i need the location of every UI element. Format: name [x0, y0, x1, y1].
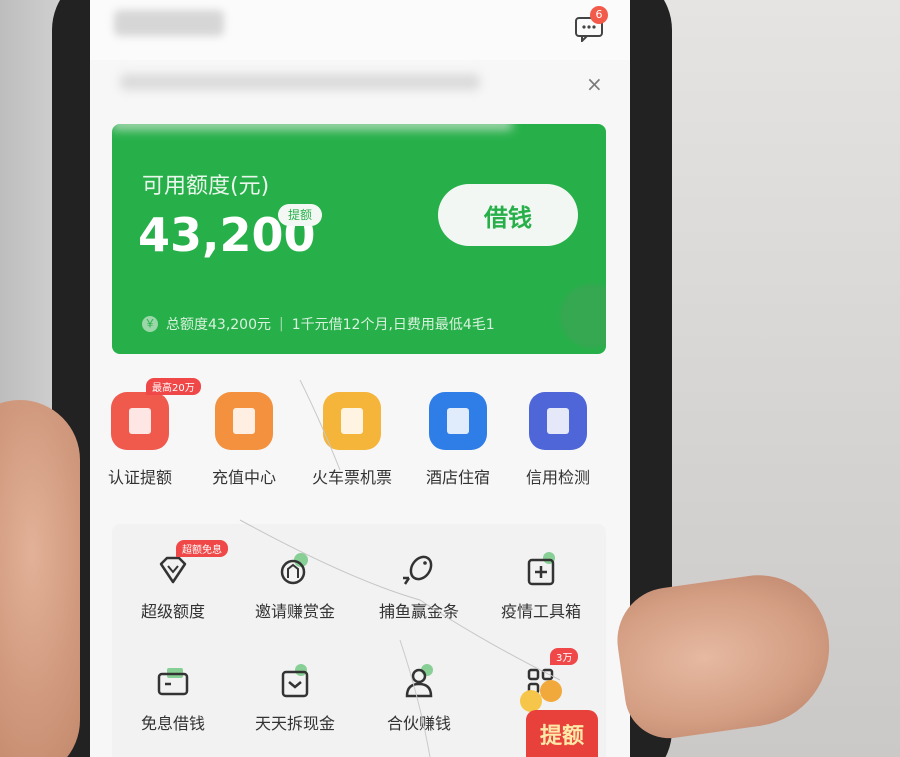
- tool-label: 邀请赚赏金: [254, 602, 335, 621]
- fish-icon: [399, 550, 439, 590]
- message-count-badge: 6: [590, 6, 608, 24]
- promo-rate-text: 1千元借12个月,日费用最低4毛1: [291, 317, 495, 333]
- floating-assist-ball[interactable]: [560, 284, 606, 348]
- coin-icon: [540, 680, 562, 702]
- tool-label: 免息借钱: [140, 714, 205, 733]
- recharge-icon: [215, 392, 273, 450]
- promo-label: 提额: [539, 724, 584, 749]
- invite-icon: [275, 550, 315, 590]
- service-item-tickets[interactable]: 火车票机票: [302, 380, 402, 488]
- hand-finger: [0, 400, 80, 757]
- blurred-notice-text: [120, 74, 480, 90]
- credit-check-icon: [529, 392, 587, 450]
- tool-item-interest-free[interactable]: 免息借钱: [112, 662, 234, 734]
- tool-tag: 超额免息: [176, 540, 228, 557]
- blurred-strip: [112, 124, 512, 130]
- card-icon: [153, 662, 193, 702]
- raise-limit-promo[interactable]: 提额: [520, 670, 602, 757]
- service-item-credit-check[interactable]: 信用检测: [508, 380, 608, 488]
- tool-label: 超级额度: [140, 602, 205, 621]
- tool-item-super-limit[interactable]: 超额免息 超级额度: [112, 540, 234, 622]
- service-label: 认证提额: [107, 468, 172, 487]
- coin-icon: [520, 690, 542, 712]
- tool-label: 捕鱼赢金条: [378, 602, 459, 621]
- partner-icon: [399, 662, 439, 702]
- phone-screen: 6 × 可用额度(元) 43,200 提额 借钱 ￥ 总额度43,200元 | …: [90, 0, 630, 757]
- raise-limit-tag[interactable]: 提额: [278, 204, 323, 226]
- coin-icon: ￥: [142, 316, 158, 332]
- top-bar: 6: [90, 0, 630, 60]
- service-label: 充值中心: [211, 468, 276, 487]
- service-grid: 最高20万 认证提额 充值中心 火车票机票 酒店住宿 信用检测: [90, 378, 630, 500]
- red-envelope-icon: 提额: [526, 710, 598, 757]
- tool-label: 疫情工具箱: [500, 602, 581, 621]
- close-icon[interactable]: ×: [586, 72, 603, 96]
- hotel-icon: [429, 392, 487, 450]
- service-label: 酒店住宿: [425, 468, 490, 487]
- separator: |: [279, 316, 284, 332]
- medkit-icon: [521, 550, 561, 590]
- tool-item-invite[interactable]: 邀请赚赏金: [234, 550, 356, 622]
- tool-item-epidemic-kit[interactable]: 疫情工具箱: [480, 550, 602, 622]
- tool-tag: 3万: [550, 648, 579, 665]
- borrow-button[interactable]: 借钱: [438, 184, 578, 246]
- tool-item-daily-cash[interactable]: 天天拆现金: [234, 662, 356, 734]
- certify-icon: [111, 392, 169, 450]
- tool-label: 天天拆现金: [254, 714, 335, 733]
- service-tag: 最高20万: [146, 378, 201, 395]
- ticket-icon: [323, 392, 381, 450]
- total-limit-text: 总额度43,200元: [166, 317, 271, 333]
- service-label: 火车票机票: [311, 468, 392, 487]
- service-item-hotel[interactable]: 酒店住宿: [408, 380, 508, 488]
- cash-box-icon: [275, 662, 315, 702]
- tool-item-partner[interactable]: 合伙赚钱: [358, 662, 480, 734]
- available-credit-label: 可用额度(元): [142, 174, 270, 199]
- tool-item-fishing[interactable]: 捕鱼赢金条: [358, 550, 480, 622]
- tool-label: 合伙赚钱: [386, 714, 451, 733]
- service-item-recharge[interactable]: 充值中心: [194, 380, 294, 488]
- notice-bar[interactable]: ×: [90, 62, 630, 106]
- card-footer: ￥ 总额度43,200元 | 1千元借12个月,日费用最低4毛1: [142, 314, 495, 334]
- service-item-certify[interactable]: 最高20万 认证提额: [90, 378, 201, 488]
- credit-card[interactable]: 可用额度(元) 43,200 提额 借钱 ￥ 总额度43,200元 | 1千元借…: [112, 124, 606, 354]
- blurred-title: [114, 10, 224, 36]
- service-label: 信用检测: [525, 468, 590, 487]
